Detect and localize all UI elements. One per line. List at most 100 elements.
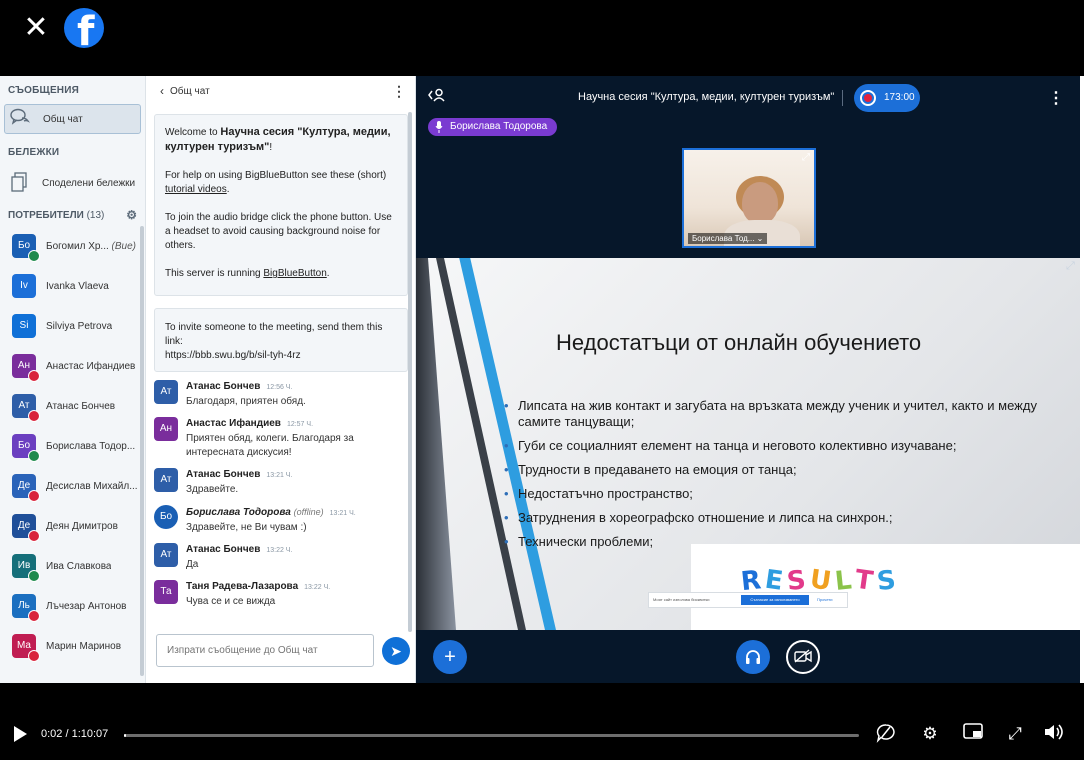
user-name: Богомил Хр... (Вие): [46, 241, 136, 252]
user-item[interactable]: Бо Борислава Тодор...: [0, 426, 145, 466]
facebook-logo-letter: f: [77, 9, 95, 48]
fullscreen-expand-icon[interactable]: ⤢: [1004, 723, 1026, 745]
user-name-text: Ива Славкова: [46, 560, 112, 572]
playback-time: 0:02 / 1:10:07: [41, 728, 109, 740]
chat-scrollbar[interactable]: [408, 112, 412, 632]
message-body: Анастас Ифандиев 12:57 Ч. Приятен обяд, ко…: [186, 417, 408, 460]
user-item[interactable]: Ив Ива Славкова: [0, 546, 145, 586]
user-item[interactable]: Де Десислав Михайл...: [0, 466, 145, 506]
avatar: Де: [12, 514, 40, 542]
user-item[interactable]: Бо Богомил Хр... (Вие): [0, 226, 145, 266]
tutorial-videos-link[interactable]: tutorial videos: [165, 184, 227, 195]
message-header: Борислава Тодорова (offline) 13:21 Ч.: [186, 505, 356, 521]
actions-button[interactable]: +: [433, 640, 467, 674]
avatar-initials: Ат: [18, 400, 30, 411]
chat-message-input[interactable]: [156, 634, 374, 667]
shared-notes-label: Споделени бележки: [42, 177, 136, 189]
user-item[interactable]: Si Silviya Petrova: [0, 306, 145, 346]
cookie-read-link[interactable]: Прочети: [817, 593, 832, 607]
public-chat-item[interactable]: Общ чат: [4, 104, 141, 134]
user-name-text: Марин Маринов: [46, 640, 121, 652]
camera-off-icon: [794, 649, 812, 663]
avatar: Та: [154, 580, 178, 604]
talking-indicator: Борислава Тодорова: [428, 118, 558, 136]
avatar-initials: Де: [17, 480, 31, 491]
user-item[interactable]: Де Деян Димитров: [0, 506, 145, 546]
avatar-initials: Ат: [160, 549, 172, 560]
user-item[interactable]: Ль Лъчезар Антонов: [0, 586, 145, 626]
recording-time: 173:00: [884, 92, 915, 103]
user-name-text: Десислав Михайл...: [46, 480, 138, 492]
chat-message: Ат Атанас Бончев 13:22 Ч. Да: [154, 543, 408, 572]
shared-notes-item[interactable]: Споделени бележки: [0, 168, 145, 198]
server-suffix: .: [326, 268, 330, 279]
slide-fullscreen-icon[interactable]: ⤢: [1066, 260, 1080, 274]
presentation-slide: Недостатъци от онлайн обучението Липсата…: [416, 258, 1080, 630]
user-item[interactable]: Ма Марин Маринов: [0, 626, 145, 666]
recording-indicator[interactable]: 173:00: [854, 84, 920, 112]
send-icon: ➤: [390, 643, 402, 659]
chevron-left-icon: ‹: [160, 84, 164, 98]
user-name: Ива Славкова: [46, 561, 111, 572]
cookie-accept-button[interactable]: Съгласие за използването: [741, 595, 809, 605]
bigbluebutton-link[interactable]: BigBlueButton: [263, 268, 326, 279]
message-body: Таня Радева-Лазарова 13:22 Ч. Чува се и се…: [186, 580, 330, 609]
user-name-text: Ivanka Vlaeva: [46, 280, 109, 292]
user-item[interactable]: Ат Атанас Бончев: [0, 386, 145, 426]
message-time: 13:22 Ч.: [266, 547, 293, 554]
invite-text: To invite someone to the meeting, send t…: [165, 322, 383, 347]
user-name-text: Атанас Бончев: [46, 400, 116, 412]
audio-on-icon: [28, 570, 40, 582]
audio-on-icon: [28, 450, 40, 462]
notes-icon: [8, 172, 30, 194]
video-player-controls: 0:02 / 1:10:07 ⚙ ⤢: [0, 683, 1084, 760]
options-menu-icon[interactable]: ⋮: [1048, 88, 1064, 108]
user-item[interactable]: Iv Ivanka Vlaeva: [0, 266, 145, 306]
message-header: Таня Радева-Лазарова 13:22 Ч.: [186, 580, 330, 595]
webcam-video[interactable]: ⤢ Борислава Тод... ⌄: [682, 148, 816, 248]
avatar: Бо: [12, 434, 40, 462]
play-icon[interactable]: [14, 726, 27, 742]
camera-button[interactable]: [786, 640, 820, 674]
gear-icon[interactable]: ⚙: [126, 208, 137, 222]
volume-icon[interactable]: [1042, 723, 1064, 745]
audio-button[interactable]: [736, 640, 770, 674]
user-name: Деян Димитров: [46, 521, 118, 532]
message-author: Анастас Ифандиев: [186, 418, 281, 429]
message-text: Чува се и се вижда: [186, 596, 276, 607]
slide-title: Недостатъци от онлайн обучението: [556, 330, 922, 355]
users-list: Бо Богомил Хр... (Вие) Iv Ivanka Vlaeva Si Si…: [0, 226, 145, 666]
bigbluebutton-app: СЪОБЩЕНИЯ Общ чат БЕЛЕЖКИ Споделени беле…: [0, 76, 1084, 683]
user-name: Анастас Ифандиев: [46, 361, 135, 372]
slide-bullet: Губи се социалният елемент на танца и не…: [504, 438, 1064, 454]
avatar-initials: Та: [160, 586, 172, 597]
fullscreen-icon[interactable]: ⤢: [802, 152, 810, 163]
chat-options-icon[interactable]: ⋮: [392, 83, 406, 100]
toggle-userlist-icon[interactable]: [428, 88, 446, 105]
results-letter: S: [875, 564, 902, 598]
invite-link[interactable]: https://bbb.swu.bg/b/sil-tyh-4rz: [165, 349, 397, 363]
plus-icon: +: [444, 646, 456, 668]
users-title: ПОТРЕБИТЕЛИ (13): [8, 210, 104, 221]
avatar-initials: Ль: [18, 600, 30, 611]
results-image: RESULTS: [691, 544, 1080, 630]
avatar: Ма: [12, 634, 40, 662]
user-item[interactable]: Ан Анастас Ифандиев: [0, 346, 145, 386]
avatar: Ат: [154, 380, 178, 404]
cookie-banner: Моят сайт използва бисквитки Съгласие за…: [648, 592, 848, 608]
captions-icon[interactable]: [875, 723, 897, 745]
message-author: Борислава Тодорова: [186, 507, 291, 518]
picture-in-picture-icon[interactable]: [962, 723, 984, 745]
close-icon[interactable]: ✕: [22, 13, 50, 43]
settings-gear-icon[interactable]: ⚙: [919, 723, 941, 745]
message-header: Анастас Ифандиев 12:57 Ч.: [186, 417, 408, 432]
message-header: Атанас Бончев 12:56 Ч.: [186, 380, 306, 395]
user-list-scrollbar[interactable]: [140, 226, 144, 676]
message-author: Таня Радева-Лазарова: [186, 581, 299, 592]
chat-back-button[interactable]: ‹ Общ чат: [160, 84, 210, 98]
message-time: 13:22 Ч.: [304, 584, 331, 591]
user-name: Борислава Тодор...: [46, 441, 135, 452]
send-button[interactable]: ➤: [382, 637, 410, 665]
facebook-logo-icon[interactable]: f: [64, 8, 104, 48]
progress-bar[interactable]: [124, 734, 859, 737]
